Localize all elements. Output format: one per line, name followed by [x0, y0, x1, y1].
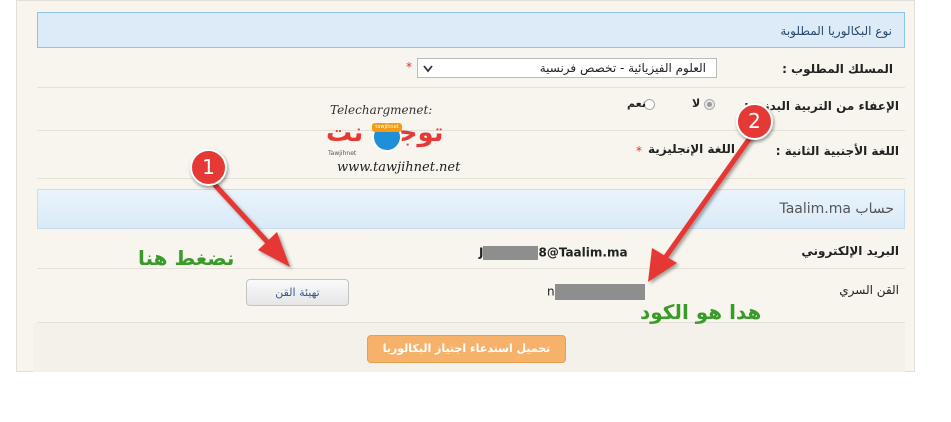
marker-2: 2	[736, 103, 773, 140]
marker-1: 1	[190, 149, 227, 186]
arrow-2	[648, 132, 755, 282]
annotation-arrows	[212, 132, 755, 282]
code-annotation: هدا هو الكود	[640, 300, 762, 324]
click-here-annotation: نضغط هنا	[138, 246, 235, 270]
